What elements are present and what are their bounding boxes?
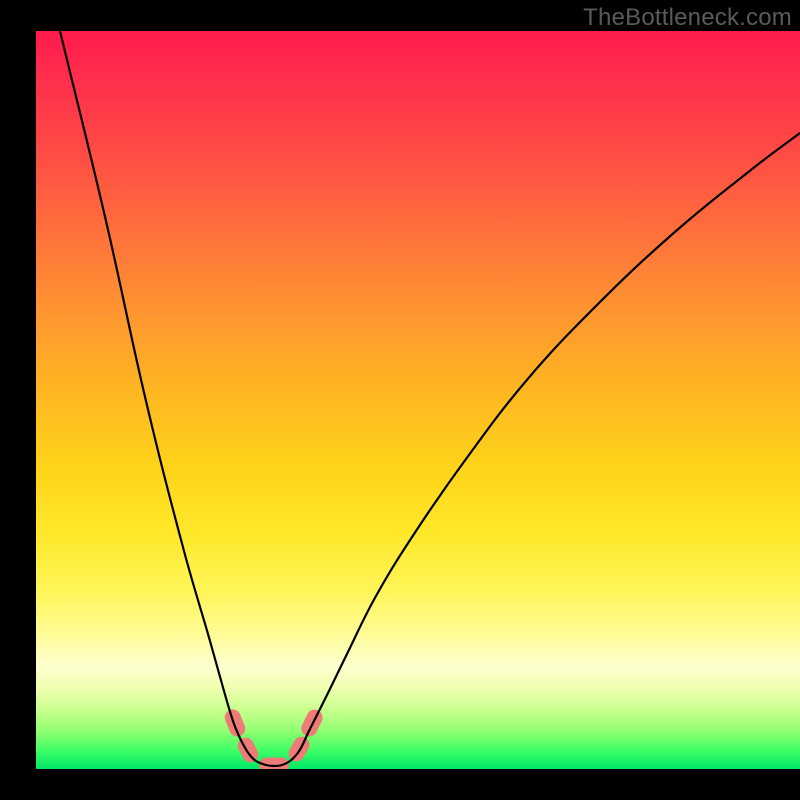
- tick-right-lower: [286, 734, 313, 765]
- curve-svg: [36, 31, 800, 769]
- plot-area: [36, 31, 800, 769]
- bottleneck-curve: [60, 31, 800, 766]
- chart-frame: TheBottleneck.com: [0, 0, 800, 800]
- tick-left-upper: [222, 707, 247, 739]
- watermark-text: TheBottleneck.com: [583, 4, 792, 32]
- markers-group: [222, 707, 325, 769]
